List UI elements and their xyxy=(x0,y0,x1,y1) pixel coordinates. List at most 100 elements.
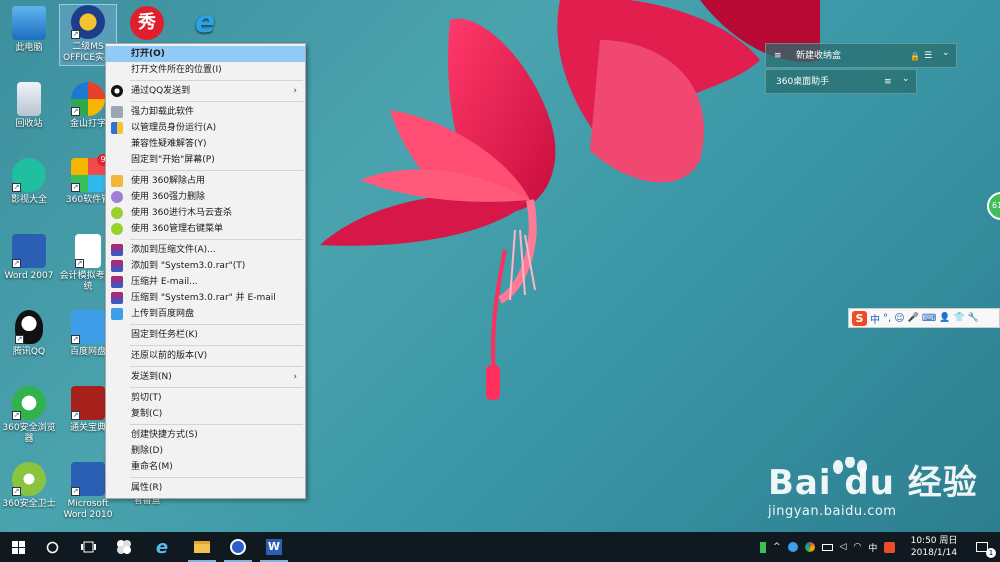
menu-item-360-unlock[interactable]: 使用 360解除占用 xyxy=(106,173,305,189)
shortcut-arrow-icon: ↗ xyxy=(71,107,80,116)
word-icon: ↗ xyxy=(12,234,46,268)
menu-item-copy[interactable]: 复制(C) xyxy=(106,406,305,422)
baidu-tray-icon[interactable] xyxy=(787,542,798,552)
desktop-icon-recycle-bin[interactable]: 回收站 xyxy=(0,82,58,130)
desktop-icon-label: 此电脑 xyxy=(15,43,43,53)
desktop-icon-this-pc[interactable]: 此电脑 xyxy=(0,6,58,54)
menu-item-create-shortcut[interactable]: 创建快捷方式(S) xyxy=(106,427,305,443)
color-app-tray-icon[interactable] xyxy=(804,542,815,552)
lock-icon[interactable]: 🔒 xyxy=(910,44,920,69)
battery-icon[interactable] xyxy=(821,543,833,551)
menu-item-add-archive[interactable]: 添加到压缩文件(A)... xyxy=(106,242,305,258)
emoji-icon[interactable]: ☺ xyxy=(894,313,904,324)
settings-wrench-icon[interactable]: 🔧 xyxy=(968,313,979,323)
winrar-icon xyxy=(111,244,123,256)
menu-item-360-force-delete[interactable]: 使用 360强力删除 xyxy=(106,189,305,205)
menu-separator xyxy=(130,170,303,171)
watermark-url: jingyan.baidu.com xyxy=(768,504,897,519)
sogou-logo-icon[interactable]: S xyxy=(852,310,867,326)
menu-separator xyxy=(130,387,303,388)
desktop-icon-ie[interactable]: e xyxy=(176,6,234,43)
menu-hamburger-icon[interactable]: ≡ xyxy=(774,44,782,69)
start-windows-icon[interactable] xyxy=(0,532,36,562)
menu-item-run-as-admin[interactable]: 以管理员身份运行(A) xyxy=(106,120,305,136)
ime-mode-toggle[interactable]: 中 xyxy=(870,311,880,326)
folder-lock-icon xyxy=(111,175,123,187)
floating-speed-ball[interactable]: 61 xyxy=(987,192,1000,220)
menu-item-pin-start[interactable]: 固定到"开始"屏幕(P) xyxy=(106,152,305,168)
document-file-icon: ↗ xyxy=(75,234,101,268)
menu-hamburger-icon[interactable]: ≡ xyxy=(884,70,892,95)
user-icon[interactable]: 👤 xyxy=(939,313,950,323)
notification-center-icon[interactable]: 1 xyxy=(964,532,1000,562)
menu-item-restore-versions[interactable]: 还原以前的版本(V) xyxy=(106,348,305,364)
menu-item-pin-taskbar[interactable]: 固定到任务栏(K) xyxy=(106,327,305,343)
menu-item-cut[interactable]: 剪切(T) xyxy=(106,390,305,406)
trash-icon xyxy=(111,106,123,118)
menu-item-send-via-qq[interactable]: 通过QQ发送到 › xyxy=(106,83,305,99)
menu-item-rename[interactable]: 重命名(M) xyxy=(106,459,305,475)
menu-item-open-location[interactable]: 打开文件所在的位置(I) xyxy=(106,62,305,78)
sogou-tray-icon[interactable] xyxy=(884,541,896,553)
baidu-paw-app-icon[interactable] xyxy=(220,532,256,562)
shortcut-arrow-icon: ↗ xyxy=(12,259,21,268)
wifi-icon[interactable]: ◠ xyxy=(853,542,861,552)
menu-item-open[interactable]: 打开(O) xyxy=(106,46,305,62)
organizer-box-new[interactable]: ≡ 新建收纳盒 🔒 ☰ ⌄ xyxy=(765,43,957,68)
list-icon[interactable]: ☰ xyxy=(924,44,932,69)
pinwheel-app-icon[interactable] xyxy=(106,532,142,562)
sogou-ime-toolbar[interactable]: S 中 °, ☺ 🎤 ⌨ 👤 👕 🔧 xyxy=(848,308,1000,328)
menu-item-add-rar[interactable]: 添加到 "System3.0.rar"(T) xyxy=(106,258,305,274)
360-scan-icon xyxy=(111,207,123,219)
desktop-icon-xiu[interactable]: 秀 xyxy=(118,6,176,43)
assistant-title: 360桌面助手 xyxy=(776,77,830,87)
desktop-icon-360-browser[interactable]: ↗ 360安全浏览器 xyxy=(0,386,58,445)
menu-item-force-uninstall[interactable]: 强力卸载此软件 xyxy=(106,104,305,120)
ime-tray-indicator[interactable]: 中 xyxy=(868,541,877,554)
menu-separator xyxy=(130,477,303,478)
desktop-assistant-360[interactable]: ≡ 360桌面助手 ⌄ xyxy=(765,69,917,94)
menu-item-compress-rar-email[interactable]: 压缩到 "System3.0.rar" 并 E-mail xyxy=(106,290,305,306)
volume-icon[interactable]: ◁ xyxy=(840,542,847,552)
shortcut-arrow-icon: ↗ xyxy=(15,335,24,344)
desktop-icon-qq[interactable]: ↗ 腾讯QQ xyxy=(0,310,58,358)
chevron-down-icon[interactable]: ⌄ xyxy=(902,67,910,92)
menu-item-send-to[interactable]: 发送到(N) › xyxy=(106,369,305,385)
taskbar: e W ^ ◁ ◠ 中 10:50 周日 2018/1/14 1 xyxy=(0,532,1000,562)
punctuation-toggle[interactable]: °, xyxy=(883,313,891,324)
menu-item-troubleshoot[interactable]: 兼容性疑难解答(Y) xyxy=(106,136,305,152)
system-tray: ^ ◁ ◠ 中 xyxy=(760,532,896,562)
notification-count-badge: 1 xyxy=(986,548,996,558)
chevron-down-icon[interactable]: ⌄ xyxy=(942,41,950,66)
submenu-arrow-icon: › xyxy=(293,86,297,96)
360-software-manager-icon: ↗ 9 xyxy=(71,154,109,192)
ms-office-icon: ↗ xyxy=(71,5,105,39)
battery-app-icon[interactable] xyxy=(760,541,766,553)
taskbar-clock[interactable]: 10:50 周日 2018/1/14 xyxy=(908,535,960,559)
keyboard-icon[interactable]: ⌨ xyxy=(922,313,936,324)
menu-item-compress-email[interactable]: 压缩并 E-mail... xyxy=(106,274,305,290)
skin-shirt-icon[interactable]: 👕 xyxy=(954,313,965,323)
microphone-icon[interactable]: 🎤 xyxy=(908,313,919,323)
menu-item-properties[interactable]: 属性(R) xyxy=(106,480,305,496)
desktop-icon-360-safe[interactable]: ↗ 360安全卫士 xyxy=(0,462,58,510)
task-view-icon[interactable] xyxy=(70,532,106,562)
360-browser-icon: ↗ xyxy=(12,386,46,420)
menu-separator xyxy=(130,101,303,102)
recycle-bin-icon xyxy=(17,82,41,116)
clock-time: 10:50 周日 xyxy=(910,536,958,546)
search-circle-icon[interactable] xyxy=(34,532,70,562)
file-explorer-icon[interactable] xyxy=(184,532,220,562)
desktop-icon-video[interactable]: ↗ 影视大全 xyxy=(0,158,58,206)
menu-item-upload-baidu[interactable]: 上传到百度网盘 xyxy=(106,306,305,322)
internet-explorer-icon[interactable]: e xyxy=(144,532,180,562)
desktop-icon-word2007[interactable]: ↗ Word 2007 xyxy=(0,234,58,282)
chevron-up-icon[interactable]: ^ xyxy=(773,542,781,552)
menu-item-delete[interactable]: 删除(D) xyxy=(106,443,305,459)
submenu-arrow-icon: › xyxy=(293,372,297,382)
watermark-brand: Bai du 经验 xyxy=(768,463,978,503)
desktop-icon-label: 回收站 xyxy=(15,119,43,129)
menu-item-360-manage-menu[interactable]: 使用 360管理右键菜单 xyxy=(106,221,305,237)
menu-item-360-trojan-scan[interactable]: 使用 360进行木马云查杀 xyxy=(106,205,305,221)
word-taskbar-icon[interactable]: W xyxy=(256,532,292,562)
